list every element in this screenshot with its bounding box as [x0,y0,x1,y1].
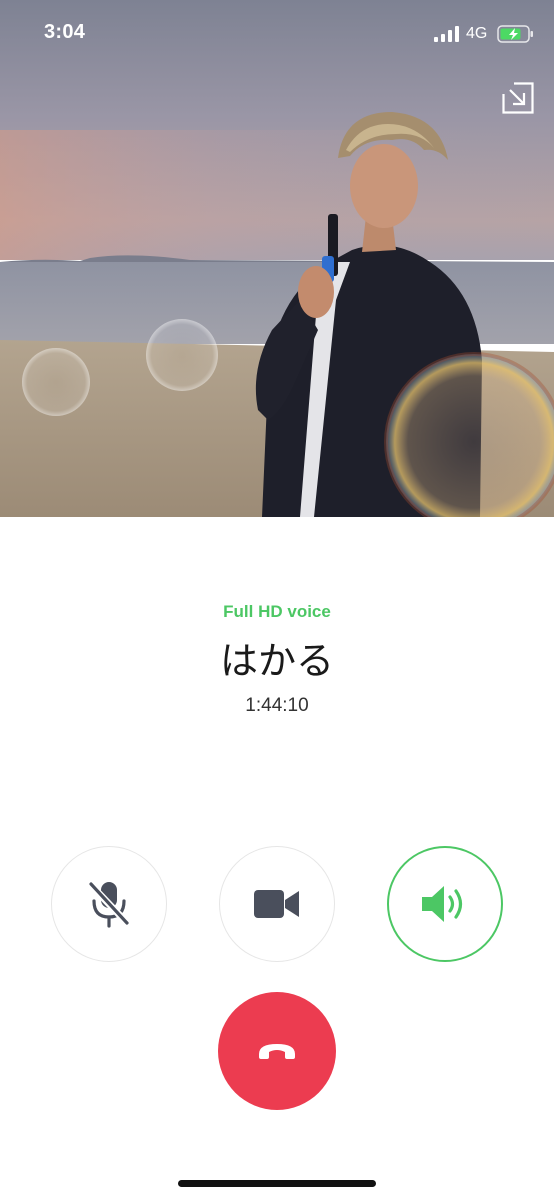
status-bar: 3:04 4G [0,0,554,70]
end-call-button[interactable] [218,992,336,1110]
microphone-muted-icon [87,881,131,928]
call-duration: 1:44:10 [245,695,309,716]
status-time: 3:04 [44,21,86,43]
home-indicator[interactable] [178,1180,376,1187]
call-info: Full HD voice はかる 1:44:10 [0,600,554,718]
network-type: 4G [466,25,488,42]
battery-charging-icon [497,25,535,43]
hang-up-icon [259,1044,295,1059]
caller-photo [0,0,554,517]
speaker-icon [422,886,463,922]
video-camera-icon [254,890,299,918]
speaker-button[interactable] [387,846,503,962]
video-button[interactable] [219,846,335,962]
mute-button[interactable] [51,846,167,962]
minimize-icon[interactable] [502,82,534,114]
call-screen: 3:04 4G Full HD voice はかる 1:44:10 [0,0,554,1200]
caller-name: はかる [219,639,334,683]
voice-quality-label: Full HD voice [223,602,331,621]
signal-bars-icon [434,26,460,42]
